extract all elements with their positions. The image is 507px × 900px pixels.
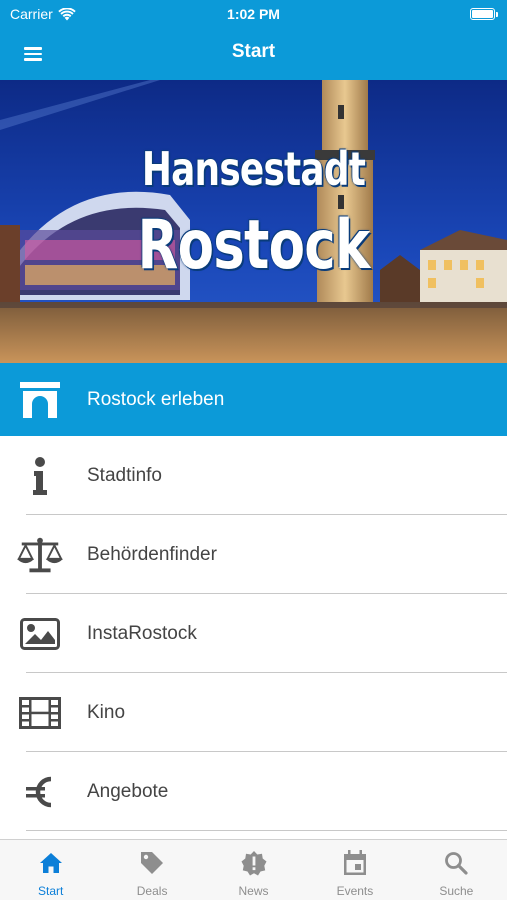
film-icon [16, 693, 64, 733]
hero-banner: Hansestadt Rostock [0, 80, 507, 363]
tab-label: Suche [439, 884, 474, 898]
menu-item-label: Angebote [87, 780, 169, 802]
alert-icon [241, 850, 267, 876]
menu-item-label: InstaRostock [87, 622, 197, 644]
menu-item-kino[interactable]: Kino [0, 673, 507, 752]
tag-icon [139, 850, 165, 876]
menu-item-behoerdenfinder[interactable]: Behördenfinder [0, 515, 507, 594]
menu-item-angebote[interactable]: Angebote [0, 752, 507, 831]
info-icon [16, 456, 64, 496]
tab-news[interactable]: News [203, 840, 304, 900]
menu-item-rostock-erleben[interactable]: Rostock erleben [0, 363, 507, 436]
gate-icon [16, 380, 64, 420]
scales-icon [16, 535, 64, 575]
menu-item-label: Rostock erleben [87, 388, 225, 410]
menu-item-label: Kino [87, 701, 126, 723]
nav-bar: Start [0, 30, 507, 78]
menu-item-stadtinfo[interactable]: Stadtinfo [0, 436, 507, 515]
search-icon [443, 850, 469, 876]
tab-label: Start [38, 884, 64, 898]
menu-item-label: Stadtinfo [87, 464, 162, 486]
image-icon [16, 614, 64, 654]
tab-label: News [238, 884, 269, 898]
menu-list: Rostock erleben Stadtinfo Behördenfinder… [0, 363, 507, 831]
tab-label: Deals [136, 884, 168, 898]
home-icon [38, 850, 64, 876]
calendar-icon [342, 850, 368, 876]
menu-item-label: Behördenfinder [87, 543, 217, 565]
page-title: Start [231, 41, 276, 62]
tab-suche[interactable]: Suche [406, 840, 507, 900]
tab-deals[interactable]: Deals [101, 840, 202, 900]
tab-bar: Start Deals News Events Suche [0, 839, 507, 900]
battery-icon [470, 8, 498, 20]
divider [26, 830, 507, 831]
menu-item-instarostock[interactable]: InstaRostock [0, 594, 507, 673]
status-bar: Carrier 1:02 PM [0, 0, 507, 28]
status-time: 1:02 PM [227, 6, 280, 22]
hero-title-line2: Rostock [137, 206, 371, 285]
tab-start[interactable]: Start [0, 840, 101, 900]
tab-events[interactable]: Events [304, 840, 405, 900]
tab-label: Events [336, 884, 374, 898]
euro-icon [16, 772, 64, 812]
top-bar: Carrier 1:02 PM Start [0, 0, 507, 80]
hero-title-line1: Hansestadt [141, 142, 366, 196]
